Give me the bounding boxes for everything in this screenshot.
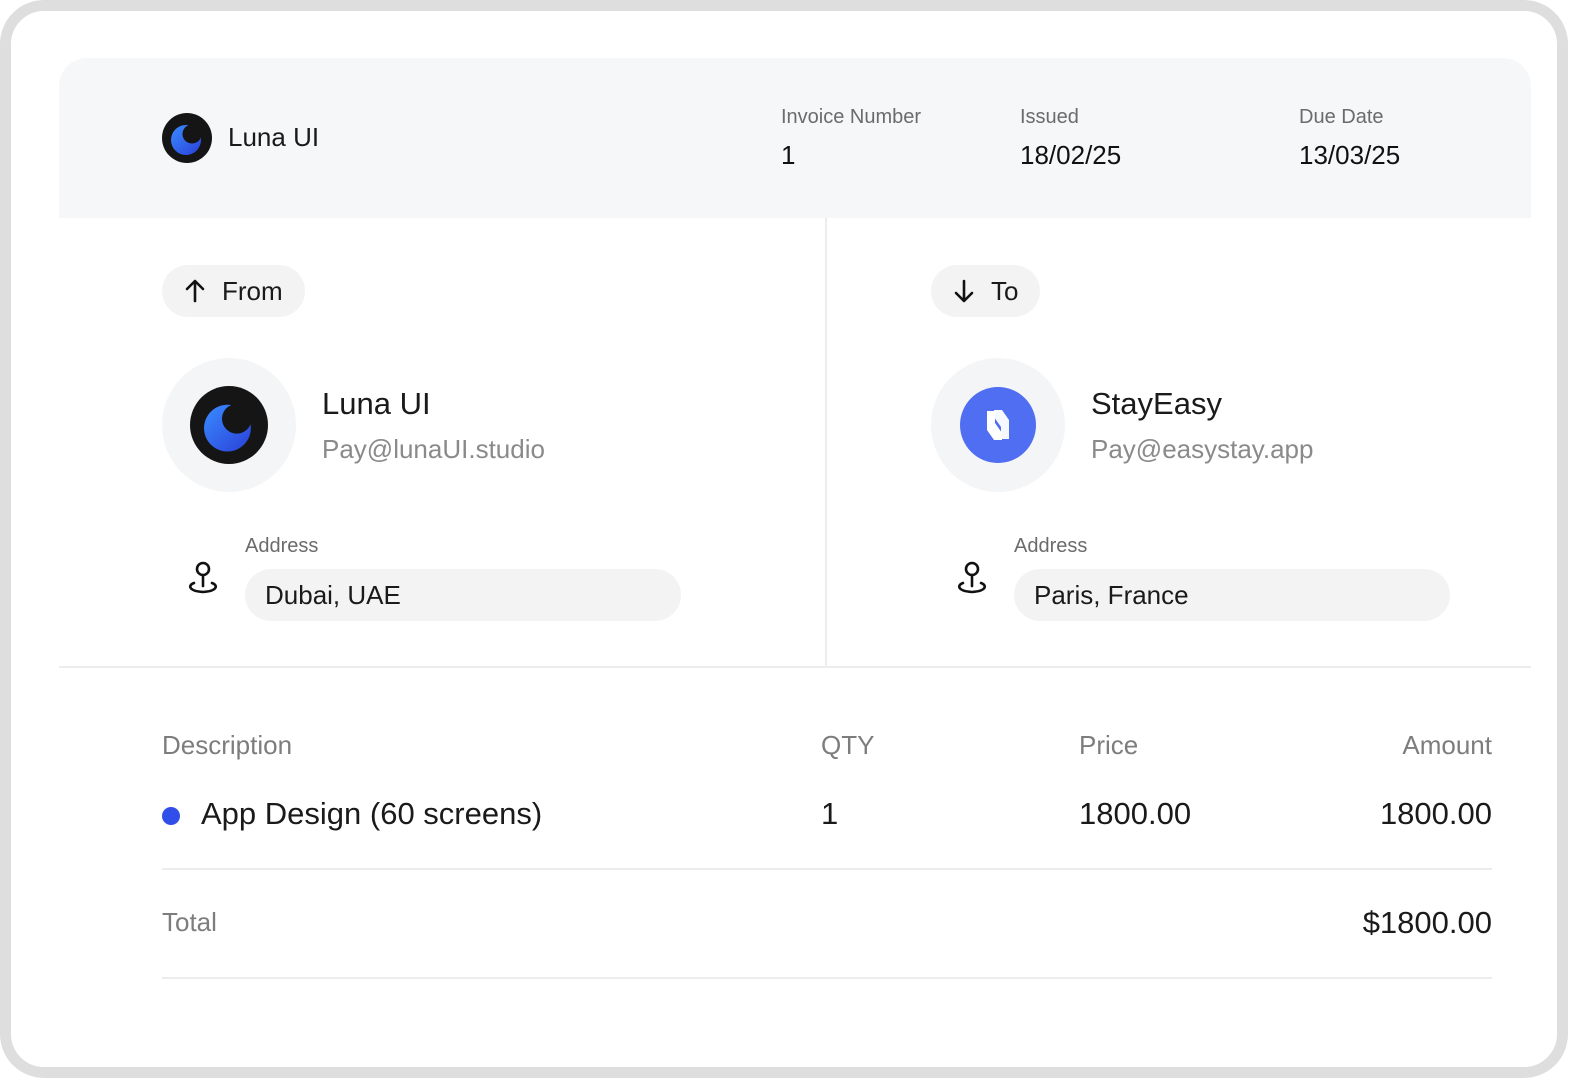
to-avatar <box>931 358 1065 492</box>
from-address-field[interactable]: Dubai, UAE <box>245 569 681 621</box>
line-item-description: App Design (60 screens) <box>201 796 543 831</box>
col-header-amount: Amount <box>1402 730 1492 760</box>
from-address: Dubai, UAE <box>265 579 401 610</box>
col-header-qty: QTY <box>821 730 875 760</box>
due-date-label: Due Date <box>1299 106 1384 128</box>
invoice-card: Luna UI Invoice Number 1 Issued 18/02/25… <box>59 58 1531 1040</box>
to-label: To <box>991 275 1019 306</box>
issued-label: Issued <box>1020 106 1079 128</box>
due-date: 13/03/25 <box>1299 140 1401 170</box>
from-avatar <box>162 358 296 492</box>
invoice-header: Luna UI Invoice Number 1 Issued 18/02/25… <box>59 58 1531 218</box>
from-name: Luna UI <box>322 386 431 421</box>
col-header-description: Description <box>162 730 293 760</box>
col-header-price: Price <box>1079 730 1139 760</box>
to-pill: To <box>931 265 1041 317</box>
line-item-amount: 1800.00 <box>1379 796 1492 831</box>
total-amount: $1800.00 <box>1362 905 1492 940</box>
stayeasy-logo-icon <box>960 387 1036 463</box>
line-item-price: 1800.00 <box>1079 796 1192 831</box>
from-email: Pay@lunaUI.studio <box>322 434 545 464</box>
line-item-bullet <box>162 807 180 825</box>
luna-moon-icon <box>162 113 212 163</box>
invoice-number-label: Invoice Number <box>781 106 922 128</box>
to-email: Pay@easystay.app <box>1091 434 1314 464</box>
to-address-field[interactable]: Paris, France <box>1014 569 1450 621</box>
issued-date: 18/02/25 <box>1020 140 1122 170</box>
to-address: Paris, France <box>1034 579 1189 610</box>
from-pill: From <box>162 265 305 317</box>
section-divider <box>59 666 1531 668</box>
party-divider <box>825 218 827 667</box>
total-label: Total <box>162 907 217 937</box>
location-pin-icon <box>188 561 218 594</box>
to-name: StayEasy <box>1091 386 1222 421</box>
row-divider <box>162 868 1492 870</box>
from-address-label: Address <box>245 535 319 557</box>
to-address-label: Address <box>1014 535 1088 557</box>
location-pin-icon <box>957 561 987 594</box>
line-item-qty: 1 <box>821 796 839 831</box>
arrow-up-icon <box>185 279 205 303</box>
brand-name: Luna UI <box>228 122 320 152</box>
from-label: From <box>222 275 283 306</box>
luna-moon-icon <box>190 386 268 464</box>
arrow-down-icon <box>954 279 974 303</box>
invoice-number: 1 <box>781 140 796 170</box>
total-divider <box>162 977 1492 979</box>
window-frame: Luna UI Invoice Number 1 Issued 18/02/25… <box>0 0 1568 1078</box>
